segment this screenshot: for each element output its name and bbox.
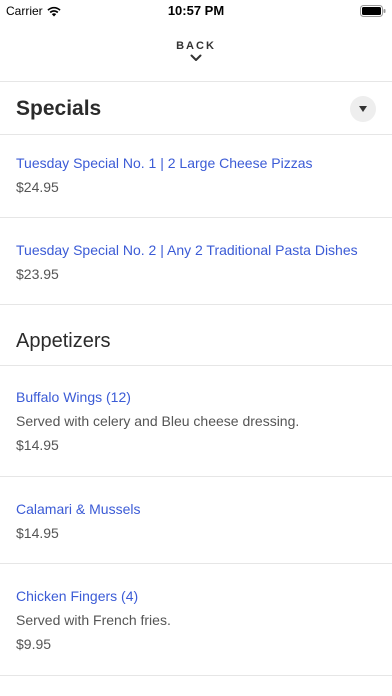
menu-item[interactable]: Chicken Fingers (4) Served with French f… bbox=[16, 587, 376, 653]
caret-down-icon bbox=[359, 106, 367, 112]
item-divider bbox=[0, 217, 392, 218]
menu-screen: Carrier 10:57 PM BACK Specials Tuesday S bbox=[0, 0, 392, 696]
menu-item-price: $14.95 bbox=[16, 525, 59, 541]
menu-item-price: $9.95 bbox=[16, 636, 52, 652]
menu-item-description: Served with French fries. bbox=[16, 612, 171, 628]
menu-item-name[interactable]: Chicken Fingers (4) bbox=[16, 587, 376, 605]
section-title-appetizers: Appetizers bbox=[16, 330, 111, 352]
chevron-down-icon bbox=[190, 54, 202, 61]
header-divider bbox=[0, 81, 392, 82]
section-divider bbox=[0, 134, 392, 135]
battery-icon bbox=[360, 5, 386, 17]
menu-item[interactable]: Buffalo Wings (12) Served with celery an… bbox=[16, 388, 376, 454]
section-title-specials: Specials bbox=[16, 97, 102, 120]
menu-item-price: $24.95 bbox=[16, 179, 59, 195]
item-divider bbox=[0, 675, 392, 676]
menu-item-price: $23.95 bbox=[16, 266, 59, 282]
menu-item[interactable]: Tuesday Special No. 2 | Any 2 Traditiona… bbox=[16, 241, 376, 283]
status-bar: Carrier 10:57 PM bbox=[0, 0, 392, 22]
item-divider bbox=[0, 476, 392, 477]
back-button[interactable]: BACK bbox=[0, 32, 392, 80]
item-divider bbox=[0, 563, 392, 564]
status-time: 10:57 PM bbox=[167, 3, 225, 18]
section-collapse-button[interactable] bbox=[350, 96, 376, 122]
section-divider bbox=[0, 365, 392, 366]
back-label: BACK bbox=[176, 40, 216, 52]
menu-item-name[interactable]: Calamari & Mussels bbox=[16, 500, 376, 518]
menu-item-name[interactable]: Tuesday Special No. 2 | Any 2 Traditiona… bbox=[16, 241, 376, 259]
menu-item-description: Served with celery and Bleu cheese dress… bbox=[16, 413, 300, 429]
menu-item-name[interactable]: Buffalo Wings (12) bbox=[16, 388, 376, 406]
menu-item-price: $14.95 bbox=[16, 437, 59, 453]
item-divider bbox=[0, 304, 392, 305]
menu-item[interactable]: Calamari & Mussels $14.95 bbox=[16, 500, 376, 542]
menu-item[interactable]: Tuesday Special No. 1 | 2 Large Cheese P… bbox=[16, 154, 376, 196]
menu-item-name[interactable]: Tuesday Special No. 1 | 2 Large Cheese P… bbox=[16, 154, 376, 172]
